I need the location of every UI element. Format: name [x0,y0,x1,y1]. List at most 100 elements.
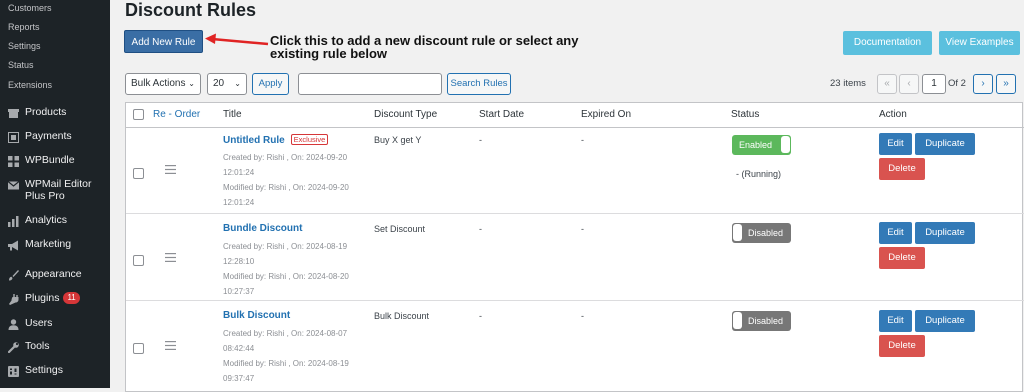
select-all-checkbox[interactable] [133,109,144,120]
column-header-reorder[interactable]: Re - Order [153,103,200,127]
rules-table: Re - Order Title Discount Type Start Dat… [125,102,1024,392]
sidebar-item-marketing[interactable]: Marketing [7,238,71,251]
row-divider [126,213,1024,214]
submenu-customers[interactable]: Customers [8,1,52,15]
status-label: Enabled [739,140,773,150]
bulk-actions-value: Bulk Actions [131,78,186,89]
column-header-status: Status [731,109,760,120]
sidebar-item-wpbundle[interactable]: WPBundle [7,154,75,167]
running-status-text: - (Running) [736,169,782,179]
row-checkbox[interactable] [133,255,144,266]
modified-by-text: Modified by: Rishi , On: 2024-09-20 12:0… [223,183,349,207]
sidebar-item-label: Payments [25,130,72,142]
modified-by-text: Modified by: Rishi , On: 2024-08-20 10:2… [223,272,349,296]
sidebar-item-tools[interactable]: Tools [7,340,50,353]
status-label: Disabled [748,316,784,326]
documentation-button[interactable]: Documentation [843,31,932,55]
search-rules-input[interactable] [298,73,442,95]
callout-annotation: Click this to add a new discount rule or… [270,33,579,61]
current-page-input[interactable]: 1 [922,74,946,94]
duplicate-button[interactable]: Duplicate [915,133,975,155]
view-examples-button[interactable]: View Examples [939,31,1020,55]
grid-icon [7,155,19,167]
edit-button[interactable]: Edit [879,133,912,155]
modified-by-text: Modified by: Rishi , On: 2024-08-19 09:3… [223,359,349,383]
first-page-button[interactable]: « [877,74,897,94]
sidebar-item-label: Plugins [25,292,60,304]
start-date-text: - [479,224,482,234]
per-page-select[interactable]: 20 ⌄ [207,73,247,95]
discount-type-text: Buy X get Y [374,135,422,145]
status-label: Disabled [748,228,784,238]
sidebar-item-products[interactable]: Products [7,106,66,119]
column-header-discount-type: Discount Type [374,109,438,120]
toggle-knob [733,312,742,329]
exclusive-badge: Exclusive [290,134,329,145]
status-toggle[interactable]: Disabled [732,223,791,243]
submenu-reports[interactable]: Reports [8,20,40,34]
last-page-button[interactable]: » [996,74,1016,94]
sidebar-item-wpmail-editor[interactable]: WPMail Editor Plus Pro [7,178,107,202]
discount-type-text: Set Discount [374,224,426,234]
megaphone-icon [7,239,19,251]
column-header-title: Title [223,109,242,120]
add-new-rule-button[interactable]: Add New Rule [124,30,203,53]
sidebar-item-label: WPBundle [25,154,75,166]
row-checkbox[interactable] [133,343,144,354]
sidebar-item-label: Settings [25,364,63,376]
created-by-text: Created by: Rishi , On: 2024-08-07 08:42… [223,329,348,353]
drag-handle-icon[interactable] [165,253,176,265]
sidebar-item-appearance[interactable]: Appearance [7,268,82,281]
edit-button[interactable]: Edit [879,310,912,332]
products-icon [7,107,19,119]
mail-icon [7,179,19,191]
duplicate-button[interactable]: Duplicate [915,310,975,332]
status-toggle[interactable]: Enabled [732,135,791,155]
row-checkbox[interactable] [133,168,144,179]
sidebar-item-settings[interactable]: Settings [7,364,63,377]
bulk-actions-select[interactable]: Bulk Actions ⌄ [125,73,201,95]
sidebar-item-payments[interactable]: Payments [7,130,72,143]
drag-handle-icon[interactable] [165,341,176,353]
delete-button[interactable]: Delete [879,335,925,357]
column-header-start-date: Start Date [479,109,525,120]
submenu-settings[interactable]: Settings [8,39,41,53]
bar-chart-icon [7,215,19,227]
start-date-text: - [479,135,482,145]
rule-title-link[interactable]: Untitled Rule Exclusive [223,134,329,146]
expired-on-text: - [581,311,584,321]
row-divider [126,300,1024,301]
settings-icon [7,365,19,377]
apply-button[interactable]: Apply [252,73,289,95]
payments-icon [7,131,19,143]
sidebar-item-label: Appearance [25,268,82,280]
delete-button[interactable]: Delete [879,247,925,269]
user-icon [7,318,19,330]
plugin-update-count-badge: 11 [63,292,80,304]
discount-type-text: Bulk Discount [374,311,430,321]
prev-page-button[interactable]: ‹ [899,74,919,94]
toggle-knob [781,136,790,153]
sidebar-item-label: Products [25,106,67,118]
search-rules-button[interactable]: Search Rules [447,73,511,95]
delete-button[interactable]: Delete [879,158,925,180]
submenu-status[interactable]: Status [8,58,34,72]
chevron-down-icon: ⌄ [188,79,195,88]
sidebar-item-users[interactable]: Users [7,317,52,330]
page-title: Discount Rules [125,0,257,20]
expired-on-text: - [581,135,584,145]
rule-title-link[interactable]: Bundle Discount [223,223,302,234]
per-page-value: 20 [213,78,225,89]
status-toggle[interactable]: Disabled [732,311,791,331]
sidebar-item-analytics[interactable]: Analytics [7,214,67,227]
created-by-text: Created by: Rishi , On: 2024-09-20 12:01… [223,153,348,177]
sidebar-item-plugins[interactable]: Plugins 11 [7,292,80,305]
submenu-extensions[interactable]: Extensions [8,78,52,92]
brush-icon [7,269,19,281]
edit-button[interactable]: Edit [879,222,912,244]
duplicate-button[interactable]: Duplicate [915,222,975,244]
drag-handle-icon[interactable] [165,165,176,177]
next-page-button[interactable]: › [973,74,993,94]
rule-title-link[interactable]: Bulk Discount [223,310,290,321]
created-by-text: Created by: Rishi , On: 2024-08-19 12:28… [223,242,348,266]
